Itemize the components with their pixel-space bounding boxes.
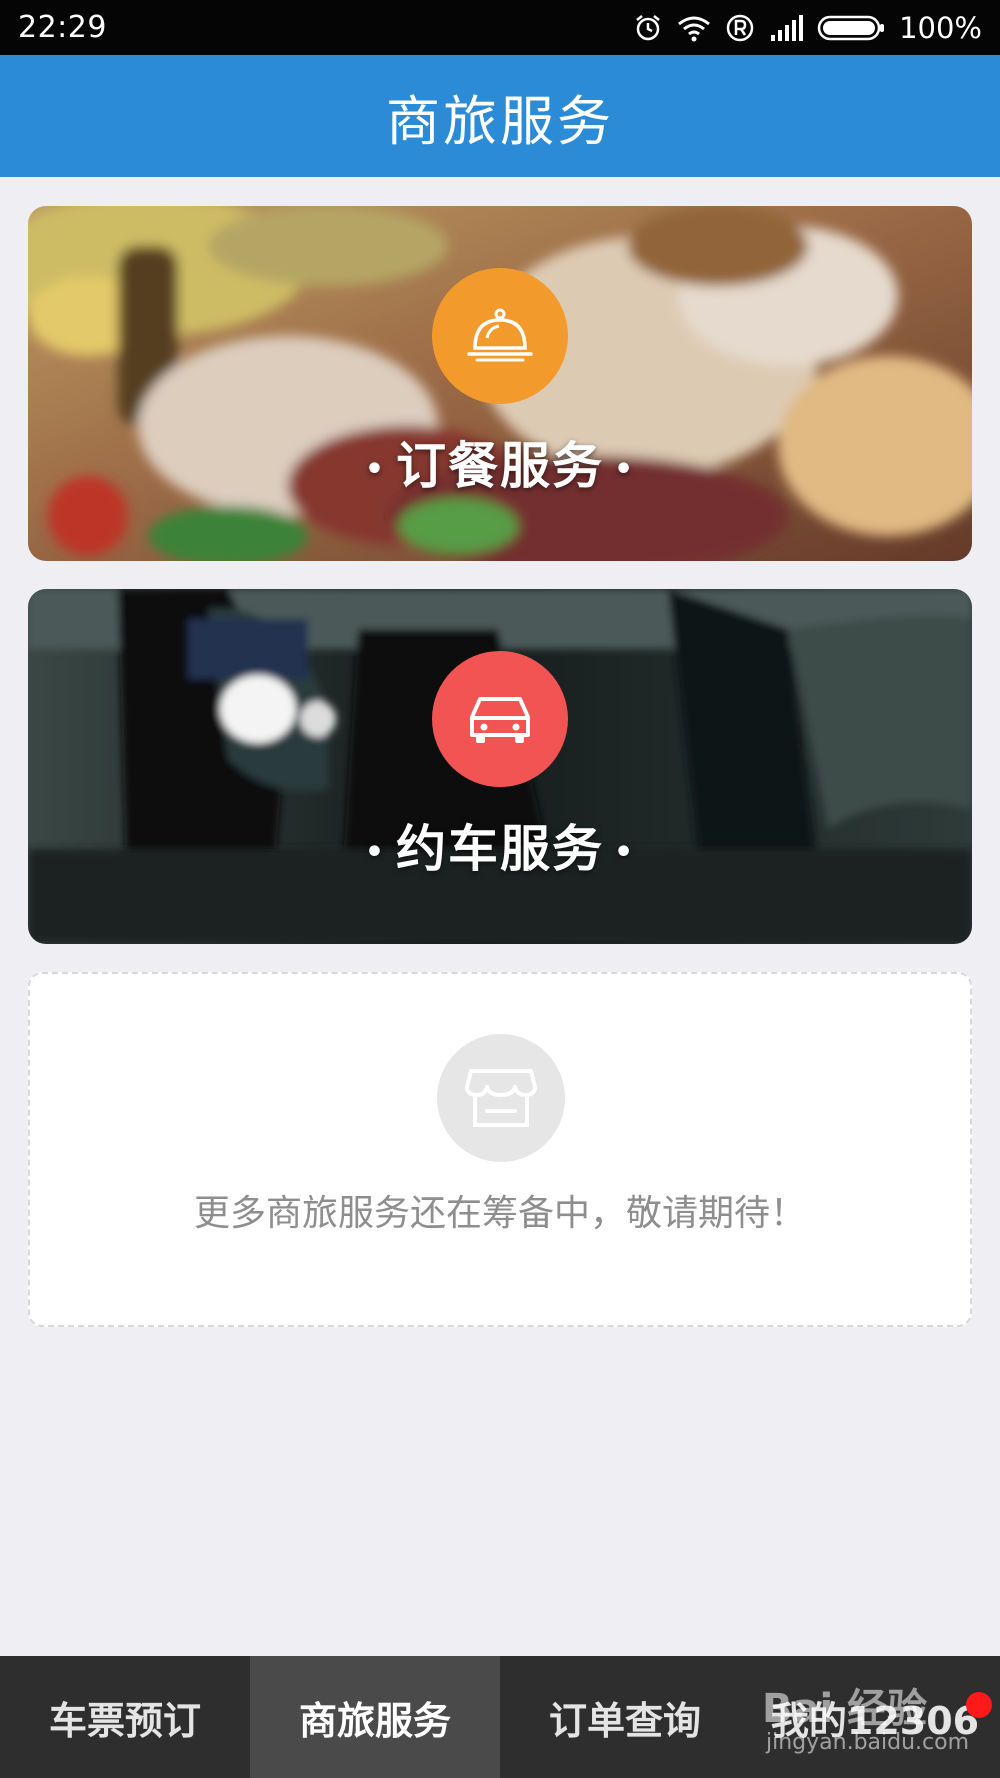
- page-title: 商旅服务: [386, 89, 614, 153]
- registered-icon: [726, 14, 754, 41]
- status-time: 22:29: [18, 10, 107, 45]
- app-header: 商旅服务: [0, 55, 1000, 177]
- car-icon: [432, 651, 568, 787]
- watermark-logo: Bai 经验: [762, 1686, 928, 1732]
- battery-icon: [817, 15, 885, 40]
- dining-label-text: 订餐服务: [396, 437, 604, 495]
- status-icons: 100%: [633, 11, 982, 45]
- dining-service-card[interactable]: • 订餐服务 •: [28, 206, 972, 561]
- watermark-url: jingyan.baidu.com: [766, 1730, 970, 1755]
- status-bar: 22:29 100%: [0, 0, 1000, 55]
- wifi-icon: [678, 16, 711, 41]
- car-service-card[interactable]: • 约车服务 •: [28, 589, 972, 944]
- nav-order-query[interactable]: 订单查询: [500, 1656, 750, 1778]
- car-service-label: • 约车服务 •: [364, 820, 636, 878]
- alarm-icon: [636, 14, 660, 40]
- notification-badge: [966, 1692, 992, 1718]
- more-services-placeholder: 更多商旅服务还在筹备中，敬请期待！: [28, 972, 972, 1327]
- more-services-text: 更多商旅服务还在筹备中，敬请期待！: [193, 1193, 806, 1234]
- battery-percent: 100%: [899, 10, 982, 45]
- car-label-text: 约车服务: [396, 820, 604, 878]
- nav-business-services[interactable]: 商旅服务: [250, 1656, 500, 1778]
- store-icon: [437, 1034, 565, 1162]
- dining-service-label: • 订餐服务 •: [364, 437, 636, 495]
- food-cloche-icon: [432, 268, 568, 404]
- nav-ticket-booking[interactable]: 车票预订: [0, 1656, 250, 1778]
- signal-icon: [771, 14, 804, 41]
